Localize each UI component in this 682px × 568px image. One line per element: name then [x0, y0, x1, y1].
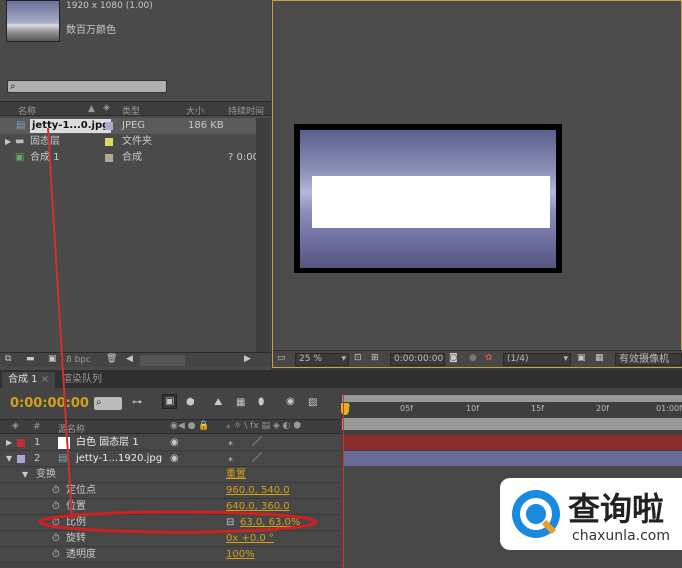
- annotation-arrow: [47, 127, 73, 521]
- magnifier-logo-icon: [512, 490, 560, 538]
- watermark-title: 查询啦: [568, 490, 665, 528]
- watermark-url: chaxunla.com: [572, 528, 670, 544]
- annotation-ellipse: [38, 510, 318, 534]
- watermark-logo: 查询啦 chaxunla.com: [500, 478, 682, 550]
